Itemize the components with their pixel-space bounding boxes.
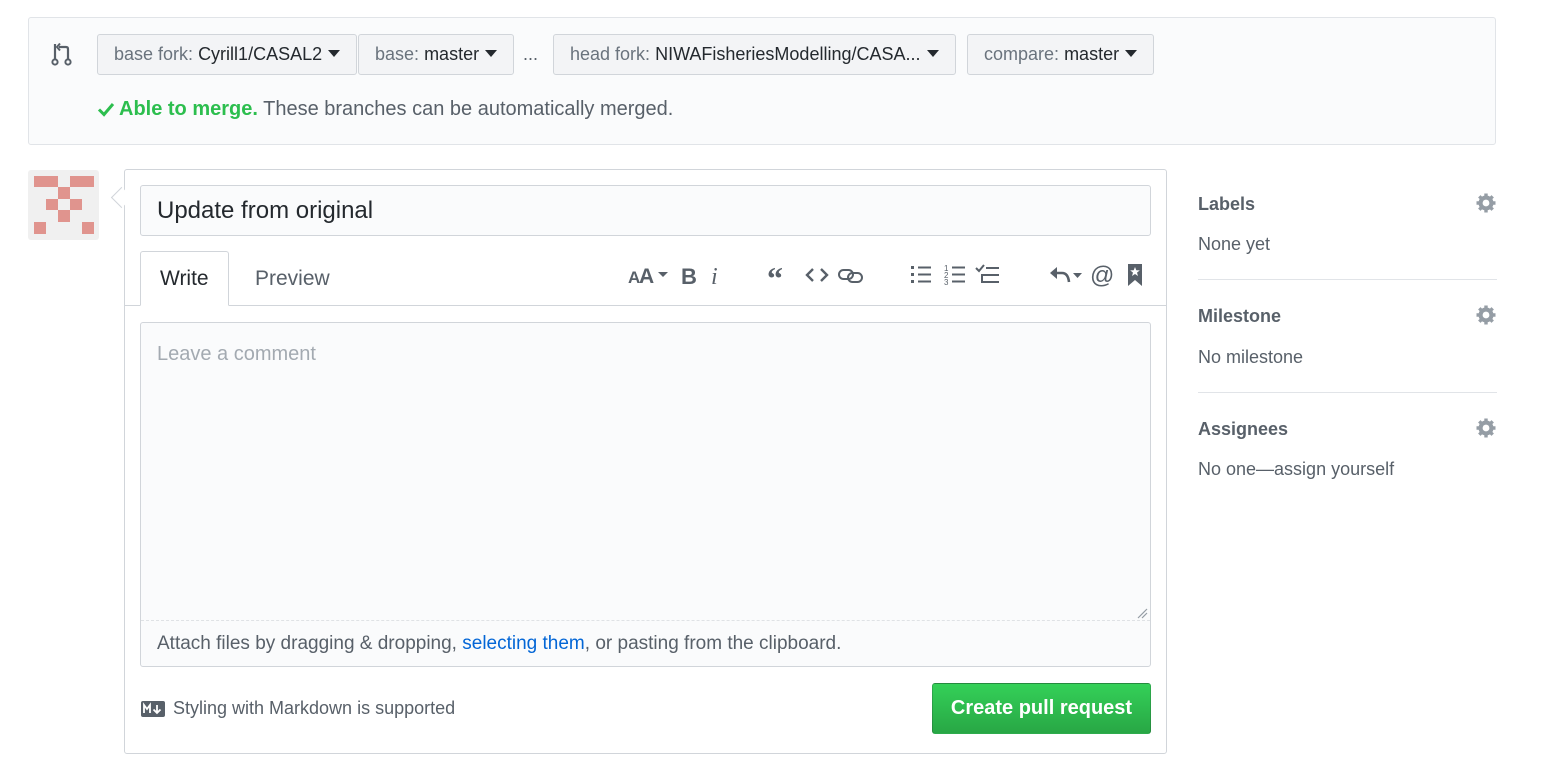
base-fork-prefix: base fork: — [114, 44, 194, 64]
code-icon[interactable] — [804, 261, 830, 289]
svg-text:“: “ — [767, 263, 783, 287]
head-fork-select[interactable]: head fork: NIWAFisheriesModelling/CASA..… — [553, 34, 956, 75]
compare-icon — [51, 42, 72, 66]
compare-bar: base fork: Cyrill1/CASAL2 base: master .… — [28, 17, 1496, 145]
svg-text:i: i — [711, 264, 718, 287]
markdown-note[interactable]: Styling with Markdown is supported — [141, 698, 455, 719]
comment-textarea[interactable] — [141, 323, 1150, 620]
quote-icon[interactable]: “ — [767, 261, 793, 289]
labels-section: Labels None yet — [1198, 192, 1497, 264]
assignees-heading[interactable]: Assignees — [1198, 419, 1288, 440]
sidebar-divider — [1198, 279, 1497, 280]
base-branch-prefix: base: — [375, 44, 420, 64]
gear-icon[interactable] — [1475, 304, 1497, 326]
chevron-down-icon — [1125, 50, 1138, 57]
attach-select-link[interactable]: selecting them — [462, 633, 585, 654]
merge-status-desc: These branches can be automatically merg… — [263, 98, 674, 120]
base-branch-select[interactable]: base: master — [358, 34, 515, 75]
tab-write[interactable]: Write — [140, 251, 229, 306]
base-fork-select[interactable]: base fork: Cyrill1/CASAL2 — [97, 34, 358, 75]
italic-icon[interactable]: i — [706, 261, 726, 289]
assignees-section: Assignees No one—assign yourself — [1198, 417, 1497, 489]
comment-box: Attach files by dragging & dropping, sel… — [140, 322, 1151, 667]
milestone-section: Milestone No milestone — [1198, 304, 1497, 376]
base-branch-value: master — [424, 44, 480, 64]
resize-handle-icon[interactable] — [1136, 607, 1148, 619]
gear-icon[interactable] — [1475, 417, 1497, 439]
tab-preview[interactable]: Preview — [236, 251, 349, 306]
head-fork-value: NIWAFisheriesModelling/CASA... — [655, 44, 921, 64]
chevron-down-icon — [926, 50, 939, 57]
assignees-value[interactable]: No one—assign yourself — [1198, 459, 1394, 480]
markdown-note-text: Styling with Markdown is supported — [173, 698, 456, 718]
milestone-heading[interactable]: Milestone — [1198, 306, 1281, 327]
merge-status: Able to merge. These branches can be aut… — [97, 98, 673, 121]
title-input[interactable] — [140, 185, 1151, 236]
head-fork-prefix: head fork: — [570, 44, 651, 64]
check-icon — [97, 103, 115, 117]
text-size-icon[interactable]: AA — [628, 261, 670, 289]
identicon — [34, 176, 94, 234]
ellipsis: ... — [523, 44, 539, 64]
attach-files-bar[interactable]: Attach files by dragging & dropping, sel… — [141, 620, 1150, 666]
compare-branch-value: master — [1064, 44, 1120, 64]
compare-branch-prefix: compare: — [984, 44, 1060, 64]
chevron-down-icon — [485, 50, 498, 57]
mention-icon[interactable]: @ — [1090, 261, 1116, 289]
numbered-list-icon[interactable]: 123 — [942, 261, 968, 289]
attach-text-before: Attach files by dragging & dropping, — [157, 633, 463, 654]
reply-icon[interactable] — [1048, 261, 1084, 289]
bookmark-icon[interactable] — [1124, 261, 1146, 289]
bulleted-list-icon[interactable] — [908, 261, 934, 289]
svg-text:B: B — [681, 264, 697, 287]
sidebar-divider — [1198, 392, 1497, 393]
labels-value: None yet — [1198, 234, 1271, 254]
markdown-icon — [141, 700, 165, 717]
labels-heading[interactable]: Labels — [1198, 194, 1255, 215]
milestone-value: No milestone — [1198, 347, 1304, 367]
svg-text:A: A — [639, 265, 654, 287]
gear-icon[interactable] — [1475, 192, 1497, 214]
base-fork-value: Cyrill1/CASAL2 — [198, 44, 323, 64]
chevron-down-icon — [328, 50, 341, 57]
merge-status-ok: Able to merge. — [119, 98, 258, 120]
svg-text:3: 3 — [944, 278, 949, 287]
avatar[interactable] — [28, 170, 99, 240]
bold-icon[interactable]: B — [678, 261, 700, 289]
task-list-icon[interactable] — [974, 261, 1002, 289]
attach-text-after: , or pasting from the clipboard. — [584, 633, 842, 654]
create-pull-request-button[interactable]: Create pull request — [932, 683, 1151, 734]
compare-branch-select[interactable]: compare: master — [967, 34, 1155, 75]
svg-text:@: @ — [1090, 262, 1114, 288]
link-icon[interactable] — [837, 261, 865, 289]
